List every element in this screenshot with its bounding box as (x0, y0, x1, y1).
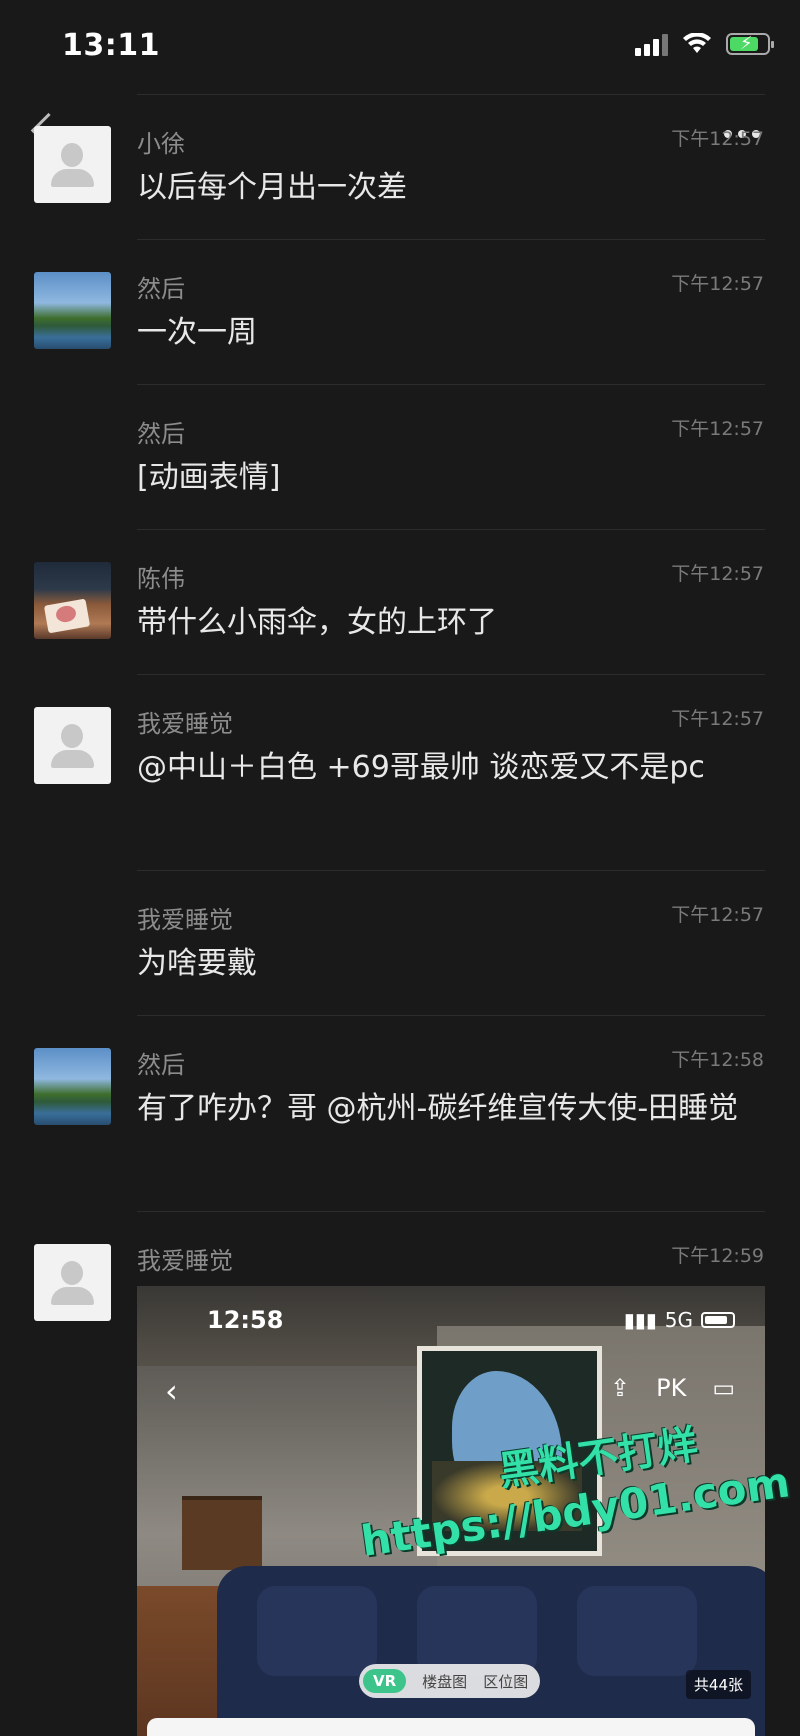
sender-name: 我爱睡觉 (137, 1247, 233, 1275)
message-timestamp: 下午12:57 (671, 708, 764, 730)
status-bar: 13:11 ⚡ (0, 0, 800, 96)
sender-name: 然后 (137, 420, 185, 448)
message-text[interactable]: 有了咋办？哥 @杭州-碳纤维宣传大使-田睡觉 (137, 1083, 767, 1135)
sender-name: 小徐 (137, 130, 185, 158)
message-text[interactable]: 一次一周 (137, 307, 767, 359)
divider (137, 870, 765, 871)
screenshot-network: 5G (664, 1308, 693, 1332)
tab-vr: VR (363, 1669, 407, 1693)
avatar[interactable] (34, 126, 111, 203)
screenshot-time: 12:58 (207, 1306, 284, 1334)
avatar[interactable] (34, 1048, 111, 1125)
divider (137, 239, 765, 240)
photo-count: 共44张 (685, 1670, 751, 1699)
divider (137, 674, 765, 675)
divider (137, 1211, 765, 1212)
message-timestamp: 下午12:57 (671, 418, 764, 440)
image-message[interactable]: 12:58 ▮▮▮ 5G ‹ ⇪ PK ▭ VR 楼盘图 区位图 共44张 (137, 1286, 765, 1736)
wifi-icon (683, 33, 711, 53)
avatar[interactable] (34, 272, 111, 349)
avatar[interactable] (34, 562, 111, 639)
message-text[interactable]: 带什么小雨伞，女的上环了 (137, 597, 767, 649)
divider (137, 384, 765, 385)
message-text[interactable]: [动画表情] (137, 452, 767, 504)
status-icons: ⚡ (635, 32, 774, 56)
cellular-signal-icon (635, 32, 668, 56)
divider (137, 94, 765, 95)
message-timestamp: 下午12:57 (671, 128, 764, 150)
sender-name: 我爱睡觉 (137, 710, 233, 738)
sender-name: 然后 (137, 1051, 185, 1079)
screenshot-status: ▮▮▮ 5G (624, 1308, 735, 1332)
wall-painting (417, 1346, 602, 1556)
screenshot-bottom-card (147, 1718, 755, 1736)
side-cabinet (182, 1496, 262, 1570)
tab-floor-plan: 楼盘图 (422, 1672, 468, 1691)
sender-name: 然后 (137, 275, 185, 303)
comment-icon: ▭ (712, 1374, 735, 1402)
screenshot-battery-icon (701, 1312, 735, 1328)
screenshot-signal-icon: ▮▮▮ (623, 1308, 657, 1332)
message-timestamp: 下午12:57 (671, 904, 764, 926)
divider (137, 1015, 765, 1016)
message-text[interactable]: 以后每个月出一次差 (137, 162, 767, 214)
sender-name: 我爱睡觉 (137, 906, 233, 934)
message-text[interactable]: @中山＋白色 +69哥最帅 谈恋爱又不是pc (137, 742, 747, 794)
message-text[interactable]: 为啥要戴 (137, 938, 767, 990)
tab-location: 区位图 (483, 1672, 529, 1691)
avatar[interactable] (34, 1244, 111, 1321)
message-timestamp: 下午12:57 (671, 273, 764, 295)
battery-charging-icon: ⚡ (726, 33, 774, 55)
divider (137, 529, 765, 530)
pk-label: PK (656, 1374, 687, 1402)
share-icon: ⇪ (609, 1374, 631, 1402)
message-timestamp: 下午12:59 (671, 1245, 764, 1267)
status-time: 13:11 (62, 28, 160, 63)
screenshot-toolbar: ⇪ PK ▭ (610, 1374, 735, 1402)
message-timestamp: 下午12:58 (671, 1049, 764, 1071)
sender-name: 陈伟 (137, 565, 185, 593)
screenshot-back-icon: ‹ (165, 1372, 178, 1410)
avatar[interactable] (34, 707, 111, 784)
screenshot-tabs: VR 楼盘图 区位图 (359, 1664, 541, 1698)
message-timestamp: 下午12:57 (671, 563, 764, 585)
sofa (217, 1566, 765, 1736)
